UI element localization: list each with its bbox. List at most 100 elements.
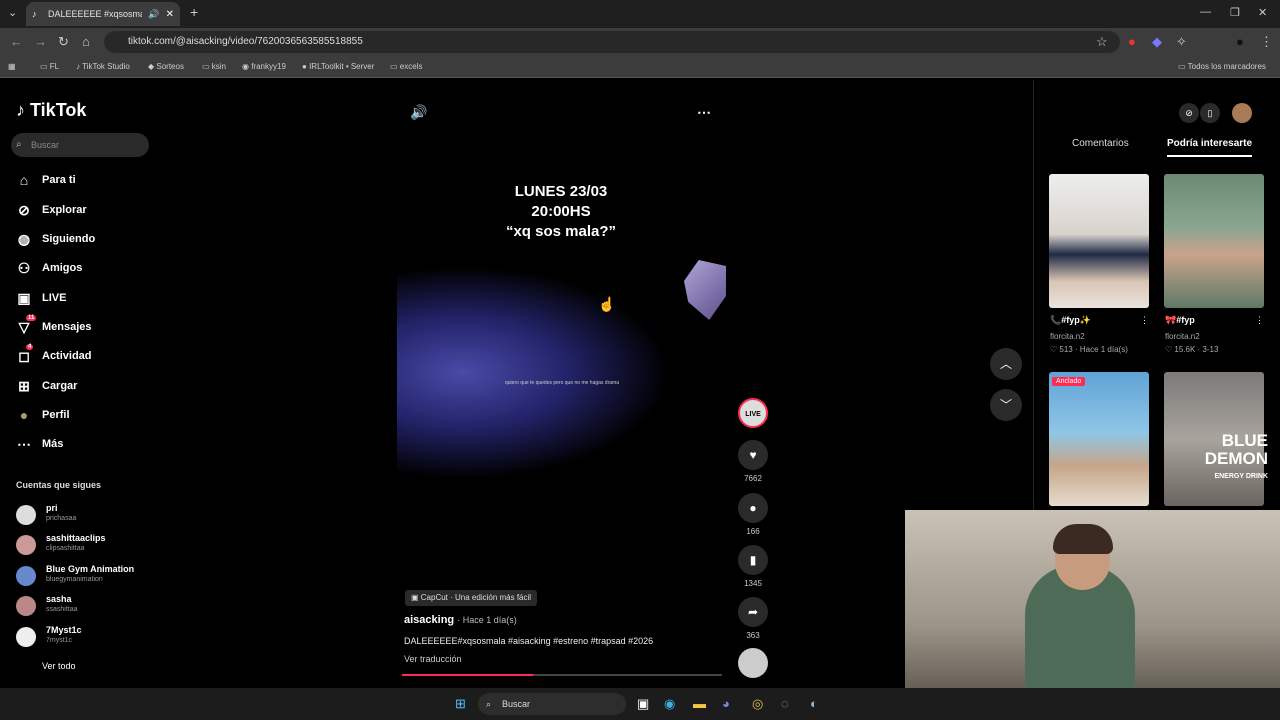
share-button[interactable]: ➦ 363 xyxy=(738,597,768,640)
tab-title: DALEEEEEE #xqsosmala #ai... xyxy=(48,9,142,19)
back-icon[interactable]: ← xyxy=(10,34,23,49)
tab-podria-interesarte[interactable]: Podría interesarte xyxy=(1167,138,1253,157)
discord-icon[interactable]: ◕ xyxy=(722,696,730,711)
home-browser-icon[interactable]: ⌂ xyxy=(82,34,90,49)
avatar xyxy=(16,535,36,555)
nav-mensajes[interactable]: ▽ 11 Mensajes xyxy=(16,314,92,337)
comment-button[interactable]: ● 166 xyxy=(738,493,768,536)
bookmark-ksin[interactable]: ▭ ksin xyxy=(202,62,226,71)
suggested-video-card[interactable] xyxy=(1049,372,1149,506)
tiktok-logo[interactable]: ♪ TikTok xyxy=(16,100,86,121)
file-explorer-icon[interactable]: ▬ xyxy=(693,696,706,711)
chrome-icon[interactable]: ◎ xyxy=(752,696,763,712)
bookmark-irltoolkit[interactable]: ● IRLToolkit • Server xyxy=(302,62,374,71)
nav-para-ti[interactable]: ⌂ Para ti xyxy=(16,170,76,190)
close-window-icon[interactable]: ✕ xyxy=(1258,6,1267,19)
user-avatar[interactable] xyxy=(1232,103,1252,123)
browser-menu-icon[interactable]: ⋮ xyxy=(1260,34,1273,50)
search-input[interactable]: ⌕ Buscar xyxy=(11,133,149,157)
like-button[interactable]: ♥ 7662 xyxy=(738,440,768,483)
save-button[interactable]: ▮ 1345 xyxy=(738,545,768,588)
bookmark-fl[interactable]: ▭ FL xyxy=(40,62,59,71)
restore-icon[interactable]: ❐ xyxy=(1230,6,1240,19)
extension-red-icon[interactable]: ● xyxy=(1128,34,1136,49)
creator-avatar-button[interactable]: LIVE xyxy=(738,398,768,428)
apps-icon[interactable]: ▦ xyxy=(8,62,16,71)
messages-badge: 11 xyxy=(26,314,37,321)
bookmark-excels[interactable]: ▭ excels xyxy=(390,62,422,71)
nav-explorar[interactable]: ⊘ Explorar xyxy=(16,200,87,220)
all-bookmarks[interactable]: ▭ Todos los marcadores xyxy=(1178,62,1266,71)
nav-perfil[interactable]: ● Perfil xyxy=(16,405,70,425)
bookmark-sorteos[interactable]: ◆ Sorteos xyxy=(148,62,184,71)
suggested-video-card[interactable] xyxy=(1164,174,1264,308)
tab-list-icon[interactable]: ⌄ xyxy=(8,6,17,19)
video-overlay-text: LUNES 23/03 20:00HS “xq sos mala?” xyxy=(505,183,617,240)
volume-icon[interactable]: 🔊 xyxy=(410,104,427,121)
nav-mas[interactable]: ⋯ Más xyxy=(16,434,63,454)
suggested-video-card[interactable] xyxy=(1049,174,1149,308)
nav-live[interactable]: ▣ LIVE xyxy=(16,288,66,308)
creator-avatar: LIVE xyxy=(738,398,768,428)
edge-icon[interactable]: ◉ xyxy=(664,696,675,712)
previous-video-button[interactable]: ︿ xyxy=(990,348,1022,380)
heart-icon: ♥ xyxy=(738,440,768,470)
pinned-badge: Anclado xyxy=(1052,377,1086,386)
music-disc-button[interactable] xyxy=(738,648,768,678)
speaker-icon[interactable]: 🔊 xyxy=(148,9,159,20)
close-tab-icon[interactable]: ✕ xyxy=(166,9,174,20)
streamer-hair xyxy=(1053,524,1113,554)
card-more-icon[interactable]: ⋮ xyxy=(1140,315,1149,326)
avatar xyxy=(16,627,36,647)
task-view-icon[interactable]: ▣ xyxy=(637,696,649,712)
compass-icon: ⊘ xyxy=(18,201,30,218)
home-icon: ⌂ xyxy=(19,172,29,188)
profile-avatar-icon: ● xyxy=(19,407,29,423)
forward-icon[interactable]: → xyxy=(34,34,47,49)
video-author[interactable]: aisacking · Hace 1 día(s) xyxy=(404,614,517,626)
capcut-badge[interactable]: ▣ CapCut · Una edición más fácil xyxy=(405,590,538,606)
search-icon: ⌕ xyxy=(16,139,22,150)
next-video-button[interactable]: ﹀ xyxy=(990,389,1022,421)
new-tab-icon[interactable]: + xyxy=(190,4,198,20)
bookmark-star-icon[interactable]: ☆ xyxy=(1096,34,1108,50)
comment-icon: ● xyxy=(738,493,768,523)
avatar xyxy=(16,566,36,586)
bookmarks-bar: ▦ ▭ FL ♪ TikTok Studio ◆ Sorteos ▭ ksin … xyxy=(0,56,1280,78)
compass-small-icon[interactable]: ⊘ xyxy=(1179,103,1199,123)
following-header: Cuentas que sigues xyxy=(16,480,102,490)
minimize-icon[interactable]: — xyxy=(1200,6,1211,18)
tab-comentarios[interactable]: Comentarios xyxy=(1072,138,1129,149)
bookmark-frankyy19[interactable]: ◉ frankyy19 xyxy=(242,62,286,71)
profile-avatar[interactable]: ● xyxy=(1236,34,1244,49)
tiktok-favicon-icon: ♪ xyxy=(32,9,37,19)
card-author[interactable]: florcita.n2 xyxy=(1165,332,1200,341)
phone-icon[interactable]: ▯ xyxy=(1200,103,1220,123)
more-options-icon[interactable]: ⋯ xyxy=(697,104,711,121)
browser-tab[interactable]: ♪ DALEEEEEE #xqsosmala #ai... 🔊 ✕ xyxy=(26,2,180,26)
taskbar-search[interactable]: ⌕ Buscar xyxy=(478,693,626,715)
progress-fill xyxy=(402,674,534,676)
obs-icon[interactable]: ◌ xyxy=(781,696,789,711)
reload-icon[interactable]: ↻ xyxy=(58,34,69,50)
card-more-icon[interactable]: ⋮ xyxy=(1255,315,1264,326)
upload-icon: ⊞ xyxy=(18,377,30,394)
extensions-icon[interactable]: ✧ xyxy=(1176,34,1187,50)
bookmark-tiktok-studio[interactable]: ♪ TikTok Studio xyxy=(76,62,130,71)
extension-blue-icon[interactable]: ◆ xyxy=(1152,34,1162,50)
translate-link[interactable]: Ver traducción xyxy=(404,654,462,664)
video-frame[interactable]: quiero que te quedes pero que no me haga… xyxy=(397,261,727,509)
nav-cargar[interactable]: ⊞ Cargar xyxy=(16,376,77,396)
share-icon: ➦ xyxy=(738,597,768,627)
card-author[interactable]: florcita.n2 xyxy=(1050,332,1085,341)
nav-siguiendo[interactable]: ◍ Siguiendo xyxy=(16,229,95,249)
nav-amigos[interactable]: ⚇ Amigos xyxy=(16,258,83,278)
address-bar-row: ← → ↻ ⌂ tiktok.com/@aisacking/video/7620… xyxy=(0,28,1280,56)
url-field[interactable]: tiktok.com/@aisacking/video/762003656358… xyxy=(104,31,1120,53)
windows-start-icon[interactable]: ⊞ xyxy=(455,696,466,712)
steam-icon[interactable]: ◐ xyxy=(810,696,818,711)
activity-badge: 4 xyxy=(26,343,34,350)
nav-actividad[interactable]: ◻ 4 Actividad xyxy=(16,343,92,366)
activity-icon: ◻ 4 xyxy=(18,343,34,364)
video-progress-bar[interactable] xyxy=(402,674,722,676)
